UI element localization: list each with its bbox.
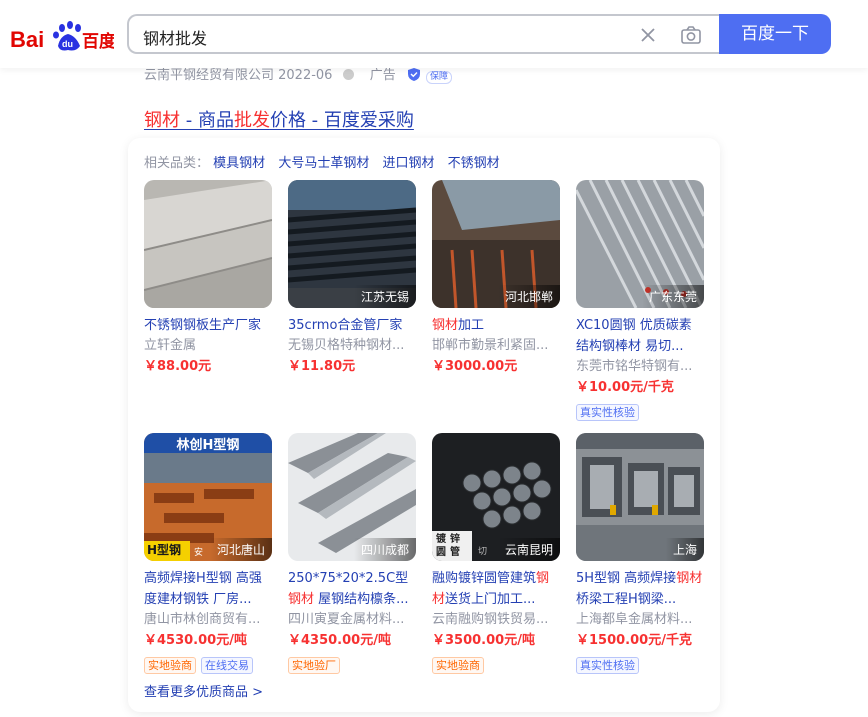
name-highlight: 钢材 [432, 318, 459, 333]
onsite-factory-tag: 实地验厂 [288, 657, 340, 674]
name-rest: 加工 [458, 318, 485, 333]
product-seller: 无锡贝格特种钢材... [288, 338, 405, 353]
product-item[interactable]: 林创H型钢 H型钢 安 河北唐山 高频焊接H型钢 高强度建材钢铁 厂房... 唐… [144, 433, 272, 674]
product-location: 四川成都 [353, 538, 416, 561]
product-item[interactable]: 广东东莞 XC10圆钢 优质碳素结构钢棒材 易切... 东莞市铭华特钢有... … [576, 180, 704, 421]
dropdown-icon[interactable] [342, 69, 354, 80]
product-seller: 上海都阜金属材料... [576, 612, 693, 627]
product-location: 云南昆明 [497, 538, 560, 561]
image-badge-2: 安 [194, 548, 204, 558]
product-item[interactable]: 河北邯郸 钢材加工 邯郸市勤景利紧固... ￥3000.00元 [432, 180, 560, 378]
product-price: ￥11.80元 [288, 359, 356, 374]
product-item[interactable]: 江苏无锡 35crmo合金管厂家 无锡贝格特种钢材... ￥11.80元 [288, 180, 416, 378]
related-item-mold-steel[interactable]: 模具钢材 [213, 156, 265, 171]
name-pre: 250*75*20*2.5C型 [288, 571, 409, 586]
product-location: 河北唐山 [209, 538, 272, 561]
image-badge: H型钢 [147, 543, 182, 557]
name-highlight: 钢材 [676, 571, 703, 586]
title-highlight-3: 批发 [233, 110, 270, 131]
verified-tag: 真实性核验 [576, 657, 639, 674]
name-rest: 屋钢结构檩条... [314, 592, 409, 607]
related-item-imported-steel[interactable]: 进口钢材 [382, 156, 434, 171]
onsite-verified-tag: 实地验商 [432, 657, 484, 674]
product-location: 江苏无锡 [353, 285, 416, 308]
svg-text:百度: 百度 [82, 31, 114, 52]
image-title: 林创H型钢 [176, 438, 240, 453]
name-rest: 送货上门加工... [445, 592, 536, 607]
product-item[interactable]: 四川成都 250*75*20*2.5C型钢材 屋钢结构檩条... 四川寅夏金属材… [288, 433, 416, 674]
product-card: 相关品类： 模具钢材 大号马士革钢材 进口钢材 不锈钢材 不锈钢钢板生产厂家 立… [128, 138, 720, 712]
product-seller: 邯郸市勤景利紧固... [432, 338, 549, 353]
product-name[interactable]: 5H型钢 高频焊接钢材桥梁工程H钢梁... [576, 568, 704, 610]
product-price: ￥88.00元 [144, 359, 212, 374]
search-query-text: 钢材批发 [143, 29, 208, 48]
product-seller: 云南融购钢铁贸易... [432, 612, 549, 627]
product-price: ￥4530.00元/吨 [144, 633, 247, 648]
header-bar: Bai du 百度 钢材批发 百度一下 [0, 0, 868, 68]
product-name[interactable]: XC10圆钢 优质碳素结构钢棒材 易切... [576, 315, 704, 357]
product-image[interactable]: 江苏无锡 [288, 180, 416, 308]
product-price: ￥3000.00元 [432, 359, 518, 374]
search-input[interactable]: 钢材批发 [127, 14, 719, 54]
svg-text:Bai: Bai [10, 27, 44, 52]
product-item[interactable]: 不锈钢钢板生产厂家 立轩金属 ￥88.00元 [144, 180, 272, 378]
product-seller: 立轩金属 [144, 338, 197, 353]
name-pre: 5H型钢 高频焊接 [576, 571, 677, 586]
related-item-stainless-steel[interactable]: 不锈钢材 [448, 156, 500, 171]
online-trade-tag: 在线交易 [201, 657, 253, 674]
product-price: ￥10.00元/千克 [576, 380, 674, 395]
product-name[interactable]: 高频焊接H型钢 高强度建材钢铁 厂房... [144, 568, 272, 610]
product-name[interactable]: 35crmo合金管厂家 [288, 315, 416, 336]
product-name[interactable]: 不锈钢钢板生产厂家 [144, 315, 272, 336]
clear-icon[interactable] [639, 26, 657, 44]
name-rest: 桥梁工程H钢梁... [576, 592, 677, 607]
product-image[interactable]: 林创H型钢 H型钢 安 河北唐山 [144, 433, 272, 561]
search-button[interactable]: 百度一下 [719, 14, 831, 54]
title-text-4: 价格 - 百度爱采购 [269, 110, 414, 131]
ad-label: 广告 [369, 68, 396, 83]
product-image[interactable]: 镀锌圆管 切 云南昆明 [432, 433, 560, 561]
product-item[interactable]: 上海 5H型钢 高频焊接钢材桥梁工程H钢梁... 上海都阜金属材料... ￥15… [576, 433, 704, 674]
product-name[interactable]: 融购镀锌圆管建筑钢材送货上门加工... [432, 568, 560, 610]
name-pre: 融购镀锌圆管建筑 [432, 571, 537, 586]
svg-text:du: du [62, 39, 73, 49]
product-name[interactable]: 250*75*20*2.5C型钢材 屋钢结构檩条... [288, 568, 416, 610]
product-location: 河北邯郸 [497, 285, 560, 308]
product-image[interactable]: 四川成都 [288, 433, 416, 561]
title-highlight-1: 钢材 [144, 110, 180, 131]
verified-tag: 真实性核验 [576, 404, 639, 421]
product-image[interactable] [144, 180, 272, 308]
product-image[interactable]: 广东东莞 [576, 180, 704, 308]
more-products-link[interactable]: 查看更多优质商品 > [144, 681, 263, 700]
product-location: 上海 [665, 538, 704, 561]
product-price: ￥3500.00元/吨 [432, 633, 535, 648]
shield-icon [407, 68, 420, 81]
product-seller: 东莞市铭华特钢有... [576, 359, 693, 374]
onsite-verified-tag: 实地验商 [144, 657, 196, 674]
related-categories: 相关品类： 模具钢材 大号马士革钢材 进口钢材 不锈钢材 [144, 152, 509, 171]
baidu-logo[interactable]: Bai du 百度 [10, 16, 117, 56]
related-item-damascus-steel[interactable]: 大号马士革钢材 [278, 156, 369, 171]
product-image[interactable]: 河北邯郸 [432, 180, 560, 308]
name-highlight: 钢材 [288, 592, 315, 607]
camera-icon[interactable] [680, 25, 702, 45]
product-price: ￥4350.00元/吨 [288, 633, 391, 648]
image-label: 镀锌圆管 [436, 534, 464, 558]
result-title-link[interactable]: 钢材 - 商品批发价格 - 百度爱采购 [144, 106, 414, 132]
product-price: ￥1500.00元/千克 [576, 633, 692, 648]
product-seller: 唐山市林创商贸有... [144, 612, 261, 627]
image-label-2: 切 [478, 547, 488, 557]
product-location: 广东东莞 [641, 285, 704, 308]
title-text-2: - 商品 [180, 110, 234, 131]
guarantee-badge: 保障 [426, 71, 453, 84]
product-name[interactable]: 钢材加工 [432, 315, 560, 336]
company-date: 云南平钢经贸有限公司 2022-06 [144, 68, 333, 83]
product-image[interactable]: 上海 [576, 433, 704, 561]
product-item[interactable]: 镀锌圆管 切 云南昆明 融购镀锌圆管建筑钢材送货上门加工... 云南融购钢铁贸易… [432, 433, 560, 674]
related-label: 相关品类： [144, 156, 210, 171]
product-seller: 四川寅夏金属材料... [288, 612, 405, 627]
